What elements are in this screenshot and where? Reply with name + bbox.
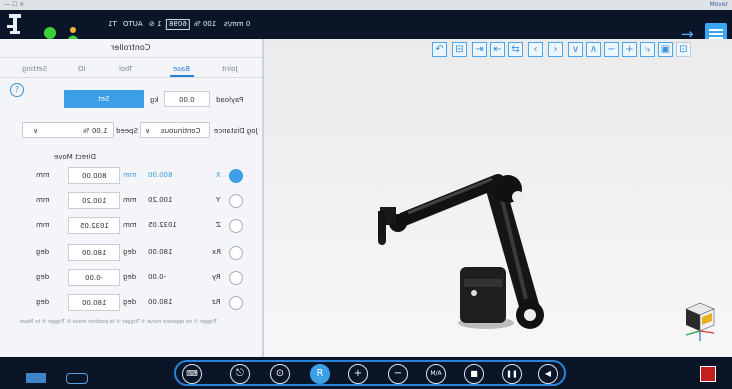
current-value: 800.00 bbox=[148, 171, 173, 179]
target-input-z[interactable]: 1032.05 bbox=[68, 217, 120, 234]
current-unit: mm bbox=[123, 221, 137, 229]
axis-label: Ry bbox=[212, 273, 221, 281]
target-button[interactable]: ⊙ bbox=[270, 364, 290, 384]
tool-indicator: T1 bbox=[108, 20, 117, 28]
payload-unit: kg bbox=[150, 96, 159, 104]
radio-ry[interactable] bbox=[229, 271, 243, 285]
status-bar: T1 AUTO ⊘ 1 6098 100 % 0 mm/s → bbox=[0, 10, 732, 45]
radio-x[interactable] bbox=[229, 169, 243, 183]
bottom-bar: ⌨ ⎋ ⊙ R + − M/A ■ ❚❚ ◀ bbox=[0, 357, 732, 389]
axis-label: Z bbox=[216, 221, 221, 229]
robot-logo-icon[interactable] bbox=[6, 13, 24, 35]
exit-button[interactable]: ⎋ bbox=[230, 364, 250, 384]
axis-label: Rx bbox=[212, 248, 222, 256]
motion-control-bar: ⌨ ⎋ ⊙ R + − M/A ■ ❚❚ ◀ bbox=[174, 360, 566, 386]
current-value: 1032.05 bbox=[148, 221, 177, 229]
payload-label: Payload bbox=[216, 96, 244, 104]
current-value: -0.00 bbox=[148, 273, 167, 281]
window-titlebar: — ☐ ✕ Mover bbox=[0, 0, 732, 10]
tab-base[interactable]: Base bbox=[170, 63, 194, 77]
current-value: 180.00 bbox=[148, 248, 173, 256]
emergency-stop-icon[interactable] bbox=[700, 366, 716, 382]
menu-icon bbox=[709, 29, 723, 31]
current-unit: mm bbox=[123, 196, 137, 204]
axis-label: X bbox=[216, 171, 221, 179]
pause-button[interactable]: ❚❚ bbox=[502, 364, 522, 384]
chevron-down-icon: ∨ bbox=[145, 127, 151, 135]
current-value: 100.20 bbox=[148, 196, 173, 204]
mode-indicator[interactable]: AUTO bbox=[123, 10, 143, 39]
current-unit: deg bbox=[123, 248, 137, 256]
radio-rx[interactable] bbox=[229, 246, 243, 260]
tab-tool[interactable]: Tool bbox=[119, 63, 133, 75]
teach-pendant-icon[interactable] bbox=[66, 373, 88, 384]
controller-tabs: Joint Base Tool IO Setting bbox=[0, 63, 262, 78]
target-input-y[interactable]: 100.20 bbox=[68, 192, 120, 209]
radio-rz[interactable] bbox=[229, 296, 243, 310]
current-unit: mm bbox=[123, 171, 137, 179]
speed-up-button[interactable]: + bbox=[348, 364, 368, 384]
axis-label: Rz bbox=[212, 298, 221, 306]
controller-panel: Controller Joint Base Tool IO Setting ? … bbox=[0, 39, 264, 357]
target-unit: mm bbox=[36, 171, 50, 179]
speed-percent: 100 % bbox=[193, 20, 217, 28]
speed-gauge-icon: ⊘ bbox=[148, 20, 155, 28]
chevron-down-icon: ∨ bbox=[33, 127, 39, 135]
back-button[interactable]: ◀ bbox=[538, 364, 558, 384]
run-r-button[interactable]: R bbox=[310, 364, 330, 384]
tab-io[interactable]: IO bbox=[78, 63, 86, 75]
speed-label: Speed bbox=[116, 127, 138, 135]
target-input-x[interactable]: 800.00 bbox=[68, 167, 120, 184]
direct-move-label: Direct Move bbox=[54, 153, 96, 161]
target-unit: mm bbox=[36, 221, 50, 229]
user-icon[interactable] bbox=[66, 26, 80, 40]
jog-distance-select[interactable]: ∨ Continuous bbox=[140, 122, 210, 138]
keyboard-button[interactable]: ⌨ bbox=[182, 364, 202, 384]
speed-select[interactable]: ∨ 1.00 % bbox=[22, 122, 114, 138]
set-payload-button[interactable]: Set bbox=[64, 90, 144, 108]
tab-joint[interactable]: Joint bbox=[222, 63, 237, 75]
tcp-speed: 0 mm/s bbox=[224, 20, 251, 28]
current-unit: deg bbox=[123, 273, 137, 281]
window-controls[interactable]: — ☐ ✕ bbox=[4, 1, 24, 8]
payload-input[interactable]: 0.00 bbox=[164, 91, 210, 107]
target-input-rx[interactable]: 180.00 bbox=[68, 244, 120, 261]
target-unit: deg bbox=[36, 248, 50, 256]
robot-3d-viewport[interactable]: ↶ ⊟ ⇥ ⇤ ⇆ ‹ › ∨ ∧ − + ⤷ ▣ ⊡ bbox=[264, 39, 732, 357]
current-unit: deg bbox=[123, 298, 137, 306]
connection-status-icon bbox=[44, 27, 56, 39]
trigger-footnote: Trigger ① no opposite move ② Trigger ③ t… bbox=[20, 319, 217, 325]
stop-button[interactable]: ■ bbox=[464, 364, 484, 384]
current-value: 180.00 bbox=[148, 298, 173, 306]
speed-down-button[interactable]: − bbox=[388, 364, 408, 384]
target-unit: deg bbox=[36, 273, 50, 281]
target-input-rz[interactable]: 180.00 bbox=[68, 294, 120, 311]
manual-auto-button[interactable]: M/A bbox=[426, 364, 446, 384]
axis-label: Y bbox=[216, 196, 221, 204]
app-name: Mover bbox=[709, 1, 728, 8]
target-input-ry[interactable]: -0.00 bbox=[68, 269, 120, 286]
program-code: 6098 bbox=[165, 19, 190, 30]
target-unit: mm bbox=[36, 196, 50, 204]
status-readout: T1 AUTO ⊘ 1 6098 100 % 0 mm/s bbox=[108, 10, 251, 39]
target-unit: deg bbox=[36, 298, 50, 306]
keyboard-toggle-icon[interactable] bbox=[26, 373, 46, 383]
view-cube-icon[interactable] bbox=[678, 297, 726, 345]
panel-title: Controller bbox=[0, 39, 262, 58]
radio-z[interactable] bbox=[229, 219, 243, 233]
jog-distance-label: Jog Distance bbox=[214, 127, 258, 135]
robot-arm-model bbox=[378, 174, 544, 329]
tab-setting[interactable]: Setting bbox=[22, 63, 47, 75]
tool-number: 1 bbox=[157, 20, 162, 28]
radio-y[interactable] bbox=[229, 194, 243, 208]
help-icon[interactable]: ? bbox=[10, 83, 24, 97]
